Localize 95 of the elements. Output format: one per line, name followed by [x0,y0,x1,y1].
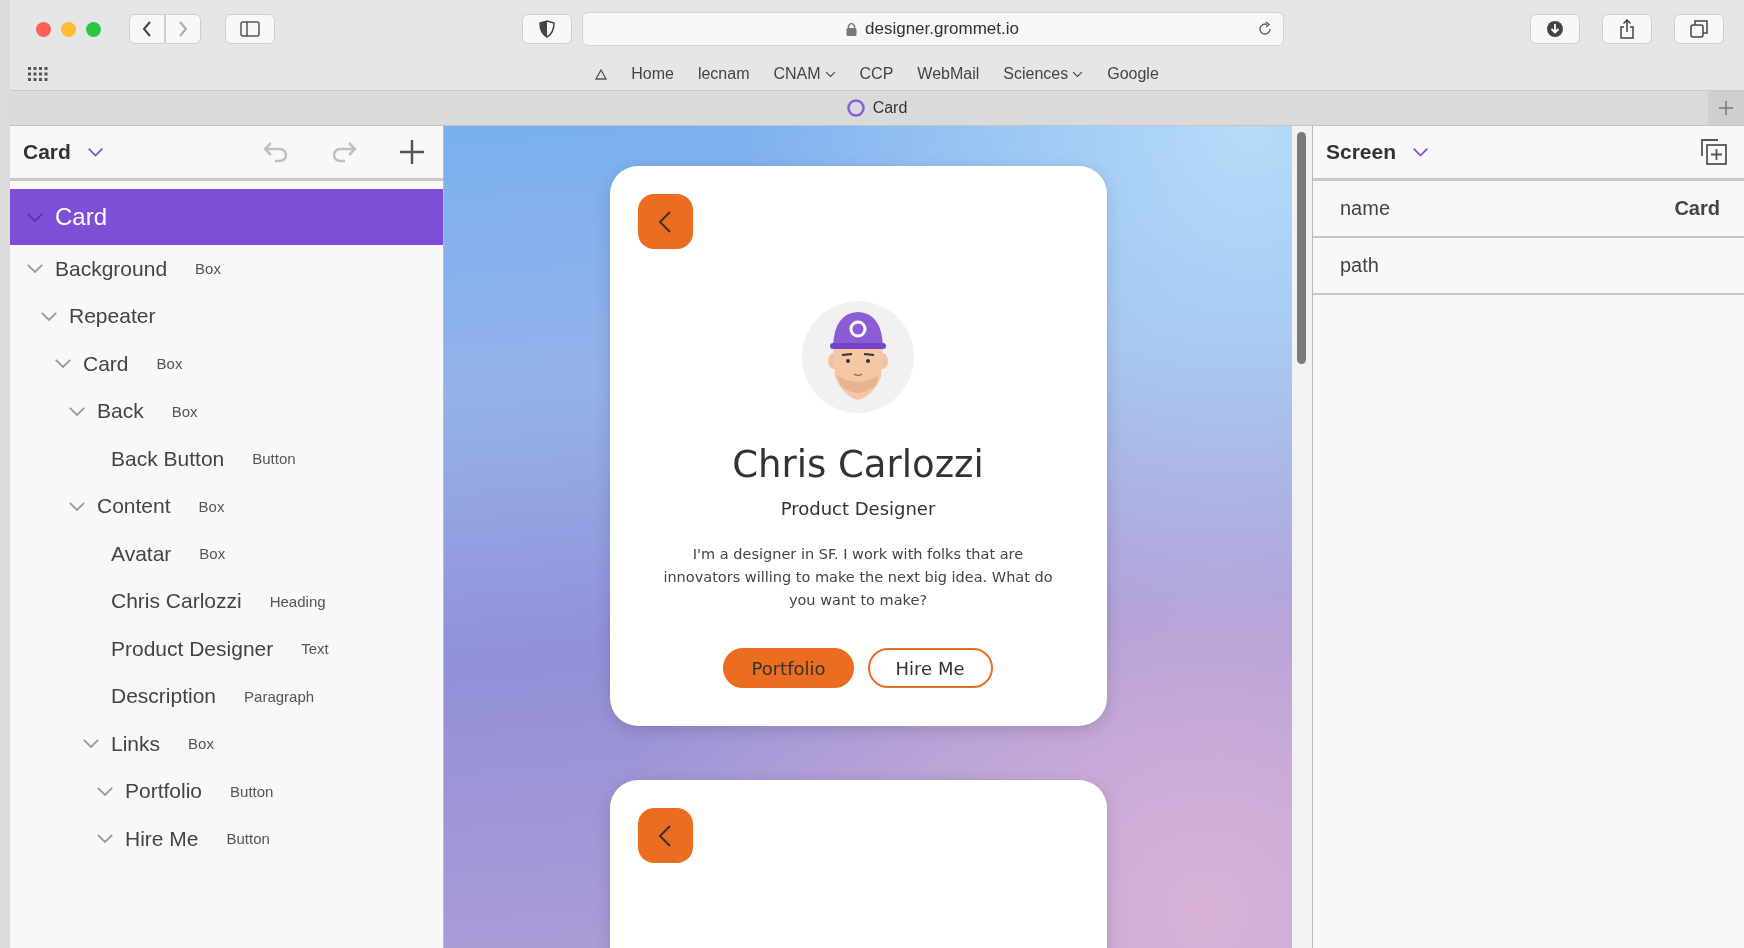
panel-title: Screen [1326,140,1397,164]
bookmark-link[interactable]: Google [1107,65,1159,83]
maximize-icon[interactable] [86,21,101,37]
chevron-down-icon[interactable] [1412,146,1430,158]
redo-icon [331,141,357,163]
download-button[interactable] [1530,14,1580,44]
node-label: Hire Me [125,826,199,851]
profile-description: I'm a designer in SF. I work with folks that are innovators willing to make the next big idea. What do you want to make? [662,545,1054,610]
node-label: Card [83,351,129,376]
chevron-left-icon [657,209,673,234]
tabs-icon [1690,20,1708,38]
tabs-button[interactable] [1674,14,1724,44]
share-button[interactable] [1602,14,1652,44]
circle-icon [846,99,865,117]
tree-item[interactable]: Product Designer Text [10,625,443,673]
undo-icon [263,141,289,163]
tree-item[interactable]: Portfolio Button [10,767,443,815]
chevron-left-icon [142,21,152,37]
plus-icon [399,139,425,165]
chevron-down-icon[interactable] [1072,70,1084,78]
chevron-down-icon[interactable] [86,146,104,158]
panel-title: Card [23,140,71,164]
url-text: designer.grommet.io [865,19,1019,39]
node-type: Box [171,402,198,420]
profile-name: Chris Carlozzi [732,443,984,486]
node-label: Back Button [111,446,225,471]
bookmark-link[interactable]: lecnam [697,65,750,83]
shield-icon [538,20,555,38]
property-value[interactable]: Card [1674,197,1720,220]
download-icon [1546,20,1564,38]
node-label: Links [111,731,161,756]
node-type: Heading [269,592,326,610]
node-label: Card [55,203,108,231]
plus-icon[interactable] [1708,91,1744,125]
node-type: Button [226,830,270,848]
back-button[interactable] [637,808,693,863]
tree-item[interactable]: Avatar Box [10,530,443,578]
close-icon[interactable] [36,21,51,37]
property-name: name [1340,197,1391,220]
node-label: Back [97,399,144,424]
grid-icon[interactable] [28,66,48,82]
tree-item[interactable]: Back Button Button [10,435,443,483]
node-type: Button [252,450,296,468]
duplicate-icon [1700,138,1728,166]
tree-item[interactable]: Chris Carlozzi Heading [10,577,443,625]
node-label: Product Designer [111,636,274,661]
sidebar-icon [240,21,260,37]
node-type: Paragraph [244,687,315,705]
tree-item[interactable]: Card Box [10,340,443,388]
node-label: Avatar [111,541,172,566]
privacy-button[interactable] [521,14,572,44]
property-name: path [1340,254,1379,277]
reload-icon [1256,21,1273,37]
bookmark-link[interactable]: CCP [859,65,894,83]
profile-role: Product Designer [780,498,936,519]
bookmark-link[interactable]: WebMail [917,65,980,83]
address-field[interactable]: designer.grommet.io [581,12,1284,46]
browser-tab[interactable]: Card [846,99,908,117]
node-label: Description [111,684,217,709]
node-type: Box [198,497,225,515]
node-type: Box [156,355,183,373]
node-type: Button [230,782,274,800]
bookmark-link[interactable]: Sciences [1003,65,1084,83]
triangle-icon[interactable] [595,68,608,80]
node-label: Portfolio [125,779,203,804]
node-type: Box [199,545,226,563]
tree-item[interactable]: Hire Me Button [10,815,443,863]
share-icon [1619,19,1635,39]
tree-item[interactable]: Links Box [10,720,443,768]
node-label: Content [97,494,171,519]
tree-item[interactable]: Card [10,189,443,245]
tree-item[interactable]: Description Paragraph [10,672,443,720]
node-label: Background [55,256,168,281]
sidebar-button[interactable] [225,14,275,44]
chevron-left-icon [657,823,673,848]
tree-item[interactable]: Background Box [10,245,443,293]
tree-item[interactable]: Back Box [10,387,443,435]
tree-item[interactable]: Repeater [10,292,443,340]
back-button[interactable] [129,14,165,44]
back-button[interactable] [637,194,693,249]
node-label: Chris Carlozzi [111,589,242,614]
bookmark-link[interactable]: CNAM [773,65,836,83]
hire-button[interactable]: Hire Me [867,648,993,688]
chevron-down-icon[interactable] [824,70,836,78]
tree-item[interactable]: Content Box [10,482,443,530]
scrollbar-thumb[interactable] [1297,132,1306,364]
chevron-right-icon [178,21,188,37]
node-type: Box [195,260,221,278]
node-label: Repeater [69,304,156,329]
portfolio-button[interactable]: Portfolio [723,648,854,688]
node-type: Box [188,735,214,753]
node-type: Text [301,640,329,658]
lock-icon [846,22,857,36]
bookmark-link[interactable]: Home [631,65,674,83]
minimize-icon[interactable] [61,21,76,37]
